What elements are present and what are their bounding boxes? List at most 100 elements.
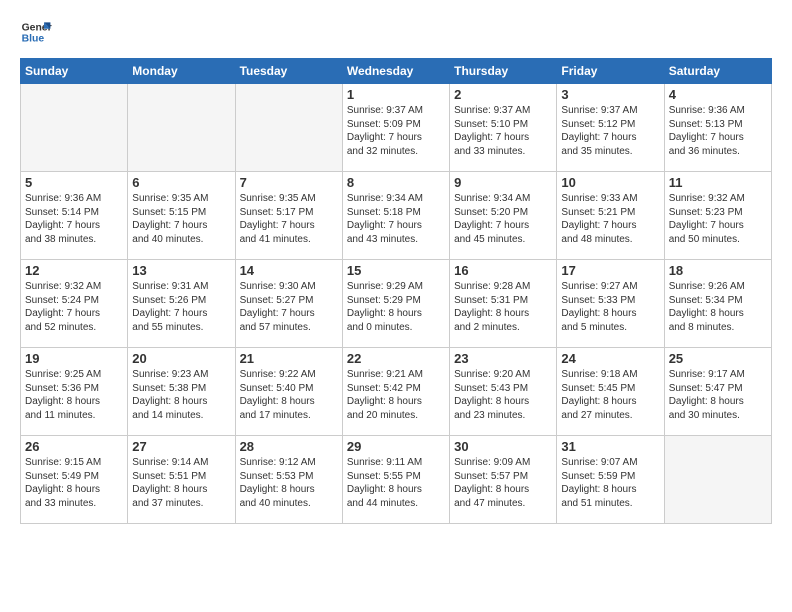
day-number: 13 xyxy=(132,263,230,278)
day-number: 27 xyxy=(132,439,230,454)
dow-header-thursday: Thursday xyxy=(450,59,557,84)
calendar-cell: 11 Sunrise: 9:32 AM Sunset: 5:23 PM Dayli… xyxy=(664,172,771,260)
calendar-cell: 25Sunrise: 9:17 AM Sunset: 5:47 PM Dayli… xyxy=(664,348,771,436)
cell-info: Sunrise: 9:36 AM Sunset: 5:14 PM Dayligh… xyxy=(25,192,123,246)
calendar-cell: 30 Sunrise: 9:09 AM Sunset: 5:57 PM Dayli… xyxy=(450,436,557,524)
calendar-cell: 16 Sunrise: 9:28 AM Sunset: 5:31 PM Dayli… xyxy=(450,260,557,348)
day-number: 21 xyxy=(240,351,338,366)
cell-info: Sunrise: 9:21 AM Sunset: 5:42 PM Dayligh… xyxy=(347,368,445,422)
cell-info: Sunrise: 9:11 AM Sunset: 5:55 PM Dayligh… xyxy=(347,456,445,510)
day-number: 15 xyxy=(347,263,445,278)
day-number: 26 xyxy=(25,439,123,454)
day-number: 8 xyxy=(347,175,445,190)
cell-info: Sunrise: 9:09 AM Sunset: 5:57 PM Dayligh… xyxy=(454,456,552,510)
day-number: 14 xyxy=(240,263,338,278)
dow-header-friday: Friday xyxy=(557,59,664,84)
day-number: 7 xyxy=(240,175,338,190)
calendar-cell: 6 Sunrise: 9:35 AM Sunset: 5:15 PM Daylig… xyxy=(128,172,235,260)
day-number: 12 xyxy=(25,263,123,278)
calendar-cell: 28 Sunrise: 9:12 AM Sunset: 5:53 PM Dayli… xyxy=(235,436,342,524)
logo: General Blue xyxy=(20,16,52,48)
calendar-cell: 5Sunrise: 9:36 AM Sunset: 5:14 PM Daylig… xyxy=(21,172,128,260)
cell-info: Sunrise: 9:12 AM Sunset: 5:53 PM Dayligh… xyxy=(240,456,338,510)
calendar-cell: 4 Sunrise: 9:36 AM Sunset: 5:13 PM Daylig… xyxy=(664,84,771,172)
dow-header-sunday: Sunday xyxy=(21,59,128,84)
calendar-cell: 13 Sunrise: 9:31 AM Sunset: 5:26 PM Dayli… xyxy=(128,260,235,348)
calendar-cell: 10Sunrise: 9:33 AM Sunset: 5:21 PM Dayli… xyxy=(557,172,664,260)
calendar-cell: 27 Sunrise: 9:14 AM Sunset: 5:51 PM Dayli… xyxy=(128,436,235,524)
svg-text:Blue: Blue xyxy=(22,34,45,45)
calendar-cell: 9 Sunrise: 9:34 AM Sunset: 5:20 PM Daylig… xyxy=(450,172,557,260)
day-number: 28 xyxy=(240,439,338,454)
days-of-week-row: SundayMondayTuesdayWednesdayThursdayFrid… xyxy=(21,59,772,84)
cell-info: Sunrise: 9:18 AM Sunset: 5:45 PM Dayligh… xyxy=(561,368,659,422)
day-number: 25 xyxy=(669,351,767,366)
cell-info: Sunrise: 9:37 AM Sunset: 5:12 PM Dayligh… xyxy=(561,104,659,158)
dow-header-saturday: Saturday xyxy=(664,59,771,84)
day-number: 16 xyxy=(454,263,552,278)
week-row-3: 12 Sunrise: 9:32 AM Sunset: 5:24 PM Dayli… xyxy=(21,260,772,348)
calendar-cell: 8Sunrise: 9:34 AM Sunset: 5:18 PM Daylig… xyxy=(342,172,449,260)
calendar-cell: 17 Sunrise: 9:27 AM Sunset: 5:33 PM Dayli… xyxy=(557,260,664,348)
day-number: 30 xyxy=(454,439,552,454)
calendar-cell xyxy=(235,84,342,172)
calendar-cell: 3Sunrise: 9:37 AM Sunset: 5:12 PM Daylig… xyxy=(557,84,664,172)
calendar-cell: 31 Sunrise: 9:07 AM Sunset: 5:59 PM Dayli… xyxy=(557,436,664,524)
calendar-cell xyxy=(21,84,128,172)
cell-info: Sunrise: 9:33 AM Sunset: 5:21 PM Dayligh… xyxy=(561,192,659,246)
day-number: 18 xyxy=(669,263,767,278)
calendar: SundayMondayTuesdayWednesdayThursdayFrid… xyxy=(20,58,772,524)
day-number: 9 xyxy=(454,175,552,190)
day-number: 19 xyxy=(25,351,123,366)
day-number: 17 xyxy=(561,263,659,278)
calendar-cell: 18 Sunrise: 9:26 AM Sunset: 5:34 PM Dayli… xyxy=(664,260,771,348)
calendar-cell: 12 Sunrise: 9:32 AM Sunset: 5:24 PM Dayli… xyxy=(21,260,128,348)
day-number: 22 xyxy=(347,351,445,366)
week-row-2: 5Sunrise: 9:36 AM Sunset: 5:14 PM Daylig… xyxy=(21,172,772,260)
logo-icon: General Blue xyxy=(20,16,52,48)
cell-info: Sunrise: 9:36 AM Sunset: 5:13 PM Dayligh… xyxy=(669,104,767,158)
day-number: 1 xyxy=(347,87,445,102)
cell-info: Sunrise: 9:07 AM Sunset: 5:59 PM Dayligh… xyxy=(561,456,659,510)
calendar-cell: 29Sunrise: 9:11 AM Sunset: 5:55 PM Dayli… xyxy=(342,436,449,524)
day-number: 11 xyxy=(669,175,767,190)
day-number: 6 xyxy=(132,175,230,190)
calendar-cell xyxy=(664,436,771,524)
cell-info: Sunrise: 9:25 AM Sunset: 5:36 PM Dayligh… xyxy=(25,368,123,422)
cell-info: Sunrise: 9:26 AM Sunset: 5:34 PM Dayligh… xyxy=(669,280,767,334)
cell-info: Sunrise: 9:35 AM Sunset: 5:17 PM Dayligh… xyxy=(240,192,338,246)
cell-info: Sunrise: 9:34 AM Sunset: 5:20 PM Dayligh… xyxy=(454,192,552,246)
cell-info: Sunrise: 9:29 AM Sunset: 5:29 PM Dayligh… xyxy=(347,280,445,334)
calendar-cell: 2Sunrise: 9:37 AM Sunset: 5:10 PM Daylig… xyxy=(450,84,557,172)
cell-info: Sunrise: 9:32 AM Sunset: 5:23 PM Dayligh… xyxy=(669,192,767,246)
day-number: 24 xyxy=(561,351,659,366)
cell-info: Sunrise: 9:14 AM Sunset: 5:51 PM Dayligh… xyxy=(132,456,230,510)
day-number: 23 xyxy=(454,351,552,366)
calendar-cell: 20 Sunrise: 9:23 AM Sunset: 5:38 PM Dayli… xyxy=(128,348,235,436)
calendar-cell xyxy=(128,84,235,172)
cell-info: Sunrise: 9:35 AM Sunset: 5:15 PM Dayligh… xyxy=(132,192,230,246)
cell-info: Sunrise: 9:30 AM Sunset: 5:27 PM Dayligh… xyxy=(240,280,338,334)
calendar-cell: 7 Sunrise: 9:35 AM Sunset: 5:17 PM Daylig… xyxy=(235,172,342,260)
cell-info: Sunrise: 9:20 AM Sunset: 5:43 PM Dayligh… xyxy=(454,368,552,422)
calendar-cell: 26 Sunrise: 9:15 AM Sunset: 5:49 PM Dayli… xyxy=(21,436,128,524)
week-row-5: 26 Sunrise: 9:15 AM Sunset: 5:49 PM Dayli… xyxy=(21,436,772,524)
cell-info: Sunrise: 9:27 AM Sunset: 5:33 PM Dayligh… xyxy=(561,280,659,334)
calendar-cell: 15 Sunrise: 9:29 AM Sunset: 5:29 PM Dayli… xyxy=(342,260,449,348)
day-number: 2 xyxy=(454,87,552,102)
day-number: 31 xyxy=(561,439,659,454)
week-row-1: 1Sunrise: 9:37 AM Sunset: 5:09 PM Daylig… xyxy=(21,84,772,172)
cell-info: Sunrise: 9:23 AM Sunset: 5:38 PM Dayligh… xyxy=(132,368,230,422)
calendar-cell: 19 Sunrise: 9:25 AM Sunset: 5:36 PM Dayli… xyxy=(21,348,128,436)
cell-info: Sunrise: 9:32 AM Sunset: 5:24 PM Dayligh… xyxy=(25,280,123,334)
day-number: 20 xyxy=(132,351,230,366)
dow-header-monday: Monday xyxy=(128,59,235,84)
cell-info: Sunrise: 9:22 AM Sunset: 5:40 PM Dayligh… xyxy=(240,368,338,422)
calendar-cell: 24 Sunrise: 9:18 AM Sunset: 5:45 PM Dayli… xyxy=(557,348,664,436)
cell-info: Sunrise: 9:31 AM Sunset: 5:26 PM Dayligh… xyxy=(132,280,230,334)
week-row-4: 19 Sunrise: 9:25 AM Sunset: 5:36 PM Dayli… xyxy=(21,348,772,436)
dow-header-wednesday: Wednesday xyxy=(342,59,449,84)
cell-info: Sunrise: 9:28 AM Sunset: 5:31 PM Dayligh… xyxy=(454,280,552,334)
day-number: 4 xyxy=(669,87,767,102)
cell-info: Sunrise: 9:15 AM Sunset: 5:49 PM Dayligh… xyxy=(25,456,123,510)
